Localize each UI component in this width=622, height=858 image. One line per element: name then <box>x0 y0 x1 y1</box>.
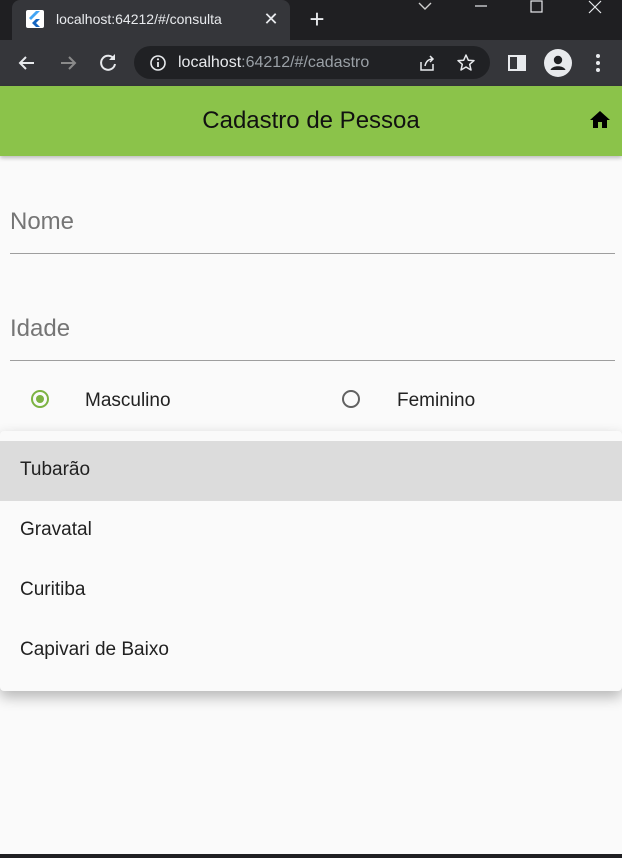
reload-icon[interactable] <box>96 51 120 75</box>
site-info-icon[interactable] <box>148 53 168 73</box>
browser-menu-icon[interactable] <box>586 51 610 75</box>
browser-tabstrip: localhost:64212/#/consulta ✕ + <box>0 0 622 40</box>
browser-tab[interactable]: localhost:64212/#/consulta ✕ <box>12 0 290 40</box>
menu-item-gravatal[interactable]: Gravatal <box>0 501 622 561</box>
bookmark-star-icon[interactable] <box>456 53 476 73</box>
minimize-icon[interactable] <box>458 0 504 22</box>
idade-input[interactable] <box>10 312 610 346</box>
menu-item-label: Gravatal <box>20 519 92 540</box>
tab-search-icon[interactable] <box>402 0 448 22</box>
idade-field <box>10 296 615 361</box>
cidade-dropdown-menu: Tubarão Gravatal Curitiba Capivari de Ba… <box>0 431 622 691</box>
tab-title: localhost:64212/#/consulta <box>56 11 222 27</box>
profile-avatar-icon[interactable] <box>544 49 572 77</box>
nome-field <box>10 189 615 254</box>
menu-item-label: Tubarão <box>20 459 91 480</box>
forward-arrow-icon[interactable] <box>56 51 80 75</box>
menu-item-label: Capivari de Baixo <box>20 639 169 660</box>
home-icon[interactable] <box>588 108 612 132</box>
radio-selected-icon[interactable] <box>31 390 49 408</box>
url-path: :64212/#/cadastro <box>241 54 370 71</box>
menu-item-capivari-de-baixo[interactable]: Capivari de Baixo <box>0 621 622 681</box>
url-text: localhost:64212/#/cadastro <box>178 54 369 72</box>
window-bottom-edge <box>0 854 622 858</box>
flutter-favicon-icon <box>26 10 44 28</box>
radio-feminino-label: Feminino <box>397 390 476 411</box>
radio-masculino-label: Masculino <box>85 390 171 411</box>
new-tab-icon[interactable]: + <box>304 6 330 32</box>
page-title: Cadastro de Pessoa <box>202 107 420 134</box>
menu-item-label: Curitiba <box>20 579 86 600</box>
menu-item-curitiba[interactable]: Curitiba <box>0 561 622 621</box>
window-close-icon[interactable] <box>572 0 618 22</box>
tab-close-icon[interactable]: ✕ <box>260 8 282 30</box>
radio-feminino[interactable]: Feminino <box>342 385 602 417</box>
address-bar[interactable]: localhost:64212/#/cadastro <box>134 46 490 79</box>
url-host: localhost <box>178 54 242 71</box>
app-bar: Cadastro de Pessoa <box>0 86 622 156</box>
radio-masculino[interactable]: Masculino <box>31 385 301 417</box>
menu-item-tubarao[interactable]: Tubarão <box>0 441 622 501</box>
back-arrow-icon[interactable] <box>15 51 39 75</box>
share-icon[interactable] <box>417 53 437 73</box>
side-panel-icon[interactable] <box>505 51 529 75</box>
browser-toolbar: localhost:64212/#/cadastro <box>0 40 622 86</box>
maximize-icon[interactable] <box>514 0 560 22</box>
radio-unselected-icon[interactable] <box>342 390 360 408</box>
nome-input[interactable] <box>10 205 610 239</box>
